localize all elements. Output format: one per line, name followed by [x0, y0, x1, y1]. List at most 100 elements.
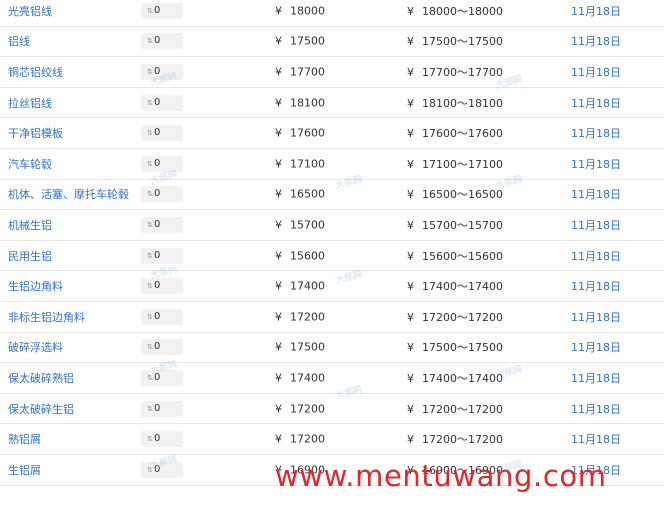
date-link[interactable]: 11月18日: [571, 278, 621, 294]
price-range: ¥17600～17600: [407, 125, 503, 141]
average-price: ¥17400: [275, 280, 325, 293]
date-link[interactable]: 11月18日: [571, 186, 621, 202]
table-row: 汽车轮毂 ⇅ 0 ¥17100 ¥17100～17100 11月18日: [0, 149, 664, 180]
currency-symbol: ¥: [275, 157, 282, 171]
range-value: 17700～17700: [422, 65, 503, 79]
product-name-link[interactable]: 熟铝屑: [8, 431, 41, 447]
date-link[interactable]: 11月18日: [571, 339, 621, 355]
range-value: 17200～17200: [422, 402, 503, 416]
table-row: 铝线 ⇅ 0 ¥17500 ¥17500～17500 11月18日: [0, 27, 664, 58]
change-badge: ⇅ 0: [141, 339, 183, 356]
flat-trend-icon: ⇅: [147, 343, 153, 352]
product-name-link[interactable]: 民用生铝: [8, 248, 52, 264]
product-name-link[interactable]: 机体、活塞、摩托车轮毂: [8, 186, 129, 202]
flat-trend-icon: ⇅: [147, 312, 153, 321]
date-link[interactable]: 11月18日: [571, 95, 621, 111]
average-price: ¥17500: [275, 341, 325, 354]
currency-symbol: ¥: [407, 280, 414, 294]
price-range: ¥17400～17400: [407, 278, 503, 294]
flat-trend-icon: ⇅: [147, 251, 153, 260]
price-range: ¥17700～17700: [407, 64, 503, 80]
currency-symbol: ¥: [275, 187, 282, 201]
product-name-link[interactable]: 保太破碎生铝: [8, 401, 74, 417]
change-badge: ⇅ 0: [141, 278, 183, 295]
product-name-link[interactable]: 拉丝铝线: [8, 95, 52, 111]
date-link[interactable]: 11月18日: [571, 64, 621, 80]
price-range: ¥17200～17200: [407, 431, 503, 447]
product-name-link[interactable]: 光亮铝线: [8, 3, 52, 19]
currency-symbol: ¥: [275, 432, 282, 446]
flat-trend-icon: ⇅: [147, 67, 153, 76]
change-value: 0: [154, 188, 161, 200]
change-value: 0: [154, 341, 161, 353]
product-name-link[interactable]: 生铝边角料: [8, 278, 63, 294]
average-price: ¥17600: [275, 127, 325, 140]
price-range: ¥18100～18100: [407, 95, 503, 111]
product-name-link[interactable]: 干净铝模板: [8, 125, 63, 141]
range-value: 18100～18100: [422, 96, 503, 110]
change-value: 0: [154, 433, 161, 445]
date-link[interactable]: 11月18日: [571, 156, 621, 172]
currency-symbol: ¥: [407, 96, 414, 110]
change-value: 0: [154, 402, 161, 414]
price-range: ¥17500～17500: [407, 339, 503, 355]
currency-symbol: ¥: [407, 402, 414, 416]
date-link[interactable]: 11月18日: [571, 217, 621, 233]
table-row: 干净铝模板 ⇅ 0 ¥17600 ¥17600～17600 11月18日: [0, 118, 664, 149]
date-link[interactable]: 11月18日: [571, 248, 621, 264]
price-value: 15600: [290, 249, 325, 263]
price-table: 光亮铝线 ⇅ 0 ¥18000 ¥18000～18000 11月18日 铝线 ⇅ 0 ¥17500…: [0, 0, 664, 486]
table-row: 拉丝铝线 ⇅ 0 ¥18100 ¥18100～18100 11月18日: [0, 88, 664, 119]
product-name-link[interactable]: 汽车轮毂: [8, 156, 52, 172]
product-name-link[interactable]: 生铝屑: [8, 462, 41, 478]
date-link[interactable]: 11月18日: [571, 309, 621, 325]
average-price: ¥15600: [275, 249, 325, 262]
table-row: 铜芯铝绞线 ⇅ 0 ¥17700 ¥17700～17700 11月18日: [0, 57, 664, 88]
change-badge: ⇅ 0: [141, 33, 183, 50]
flat-trend-icon: ⇅: [147, 435, 153, 444]
flat-trend-icon: ⇅: [147, 282, 153, 291]
range-value: 17200～17200: [422, 310, 503, 324]
currency-symbol: ¥: [275, 65, 282, 79]
flat-trend-icon: ⇅: [147, 220, 153, 229]
flat-trend-icon: ⇅: [147, 37, 153, 46]
date-link[interactable]: 11月18日: [571, 370, 621, 386]
product-name-link[interactable]: 非标生铝边角料: [8, 309, 85, 325]
change-badge: ⇅ 0: [141, 63, 183, 80]
date-link[interactable]: 11月18日: [571, 3, 621, 19]
date-link[interactable]: 11月18日: [571, 431, 621, 447]
date-link[interactable]: 11月18日: [571, 33, 621, 49]
price-range: ¥17500～17500: [407, 33, 503, 49]
price-range: ¥17100～17100: [407, 156, 503, 172]
range-value: 18000～18000: [422, 4, 503, 18]
currency-symbol: ¥: [407, 310, 414, 324]
average-price: ¥17500: [275, 35, 325, 48]
change-value: 0: [154, 463, 161, 475]
currency-symbol: ¥: [275, 279, 282, 293]
currency-symbol: ¥: [407, 249, 414, 263]
price-value: 18100: [290, 96, 325, 110]
table-row: 破碎浮选料 ⇅ 0 ¥17500 ¥17500～17500 11月18日: [0, 333, 664, 364]
average-price: ¥17100: [275, 157, 325, 170]
product-name-link[interactable]: 保太破碎熟铝: [8, 370, 74, 386]
average-price: ¥17400: [275, 371, 325, 384]
flat-trend-icon: ⇅: [147, 190, 153, 199]
table-row: 保太破碎熟铝 ⇅ 0 ¥17400 ¥17400～17400 11月18日: [0, 363, 664, 394]
flat-trend-icon: ⇅: [147, 6, 153, 15]
change-value: 0: [154, 249, 161, 261]
product-name-link[interactable]: 铜芯铝绞线: [8, 64, 63, 80]
flat-trend-icon: ⇅: [147, 404, 153, 413]
product-name-link[interactable]: 机械生铝: [8, 217, 52, 233]
currency-symbol: ¥: [275, 218, 282, 232]
table-row: 光亮铝线 ⇅ 0 ¥18000 ¥18000～18000 11月18日: [0, 0, 664, 27]
date-link[interactable]: 11月18日: [571, 401, 621, 417]
date-link[interactable]: 11月18日: [571, 125, 621, 141]
product-name-link[interactable]: 破碎浮选料: [8, 339, 63, 355]
change-badge: ⇅ 0: [141, 247, 183, 264]
currency-symbol: ¥: [275, 126, 282, 140]
range-value: 15600～15600: [422, 249, 503, 263]
change-value: 0: [154, 65, 161, 77]
range-value: 17600～17600: [422, 127, 503, 141]
table-row: 熟铝屑 ⇅ 0 ¥17200 ¥17200～17200 11月18日: [0, 424, 664, 455]
product-name-link[interactable]: 铝线: [8, 33, 30, 49]
